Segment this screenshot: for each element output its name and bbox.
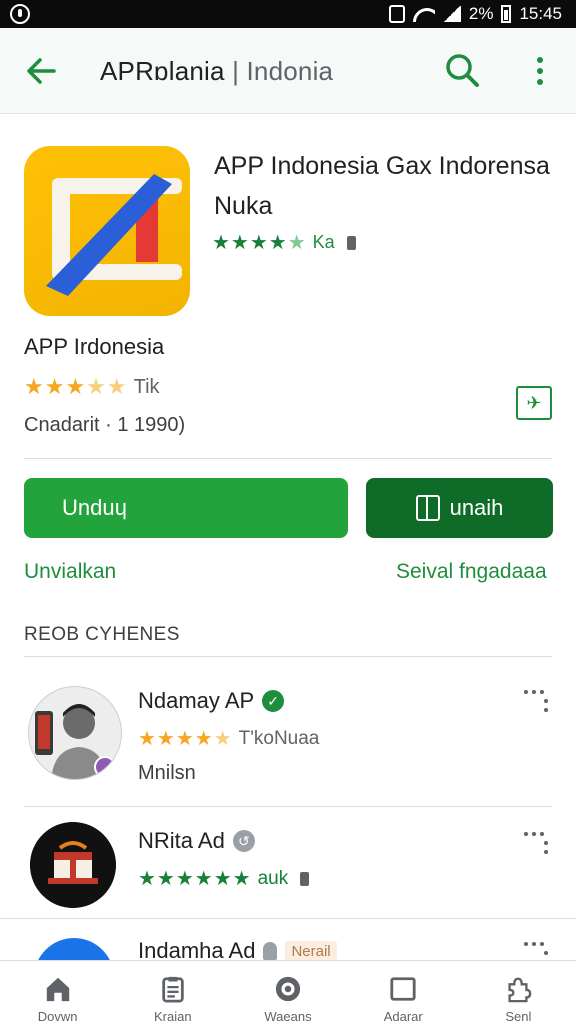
item-title-text: Ndamay AP xyxy=(138,688,255,713)
dot-icon xyxy=(537,79,543,85)
avatar xyxy=(34,938,114,960)
rating-stars-icon: ★★★★★ xyxy=(212,232,307,254)
share-button[interactable]: ✈ xyxy=(516,386,552,420)
rating-stars-icon: ★★★★★★ xyxy=(138,868,252,890)
notification-icon xyxy=(10,4,30,24)
item-rating: ★★★★★ T'koNuaa xyxy=(138,726,319,751)
search-button[interactable] xyxy=(444,52,480,88)
title-sub: Indonia xyxy=(246,56,334,86)
more-options-button[interactable] xyxy=(528,54,552,88)
list-item[interactable]: NRita Ad ↺ ★★★★★★ auk xyxy=(0,816,576,920)
item-more-button[interactable] xyxy=(524,942,552,960)
item-rating: ★★★★★★ auk xyxy=(138,866,310,891)
status-right: 2% 15:45 xyxy=(388,4,562,24)
section-title: REOB CYHENES xyxy=(24,624,180,645)
item-title: Ndamay AP ✓ xyxy=(138,688,285,714)
divider xyxy=(24,656,552,657)
nav-label: Waeans xyxy=(264,1009,312,1024)
lock-icon xyxy=(346,235,356,250)
nav-item-extensions[interactable]: Senl xyxy=(461,961,576,1024)
install-button[interactable]: Unduɥ xyxy=(24,478,348,538)
nav-label: Kraian xyxy=(154,1009,192,1024)
list-item[interactable]: Indamha Ad Nerail xyxy=(0,926,576,960)
uninstall-link[interactable]: Unvialkan xyxy=(24,560,116,584)
lock-icon xyxy=(300,871,310,886)
divider xyxy=(24,806,552,807)
item-title-text: Indamha Ad xyxy=(138,938,256,960)
avatar xyxy=(28,686,122,780)
clipboard-icon xyxy=(162,976,184,1003)
item-title: NRita Ad ↺ xyxy=(138,828,255,854)
divider xyxy=(0,918,576,919)
rating-stars-icon: ★★★★★ xyxy=(24,374,128,399)
app-icon[interactable] xyxy=(24,146,190,316)
open-button[interactable]: unaih xyxy=(366,478,553,538)
hero-rating: ★★★★★ Ka xyxy=(212,230,356,255)
status-left xyxy=(10,4,30,24)
title-separator: | xyxy=(232,56,240,86)
title-main: APRɒlania xyxy=(100,56,225,86)
plane-icon: ✈ xyxy=(526,392,542,413)
dot-icon xyxy=(537,57,543,63)
app-meta: Cnadarit · 1 1990) xyxy=(24,414,186,436)
item-title: Indamha Ad Nerail xyxy=(138,938,337,960)
app-rating-text: Tik xyxy=(133,375,160,398)
app-logo-icon xyxy=(46,174,182,296)
gift-box-icon xyxy=(30,822,116,908)
status-bar: 2% 15:45 xyxy=(0,0,576,28)
service-link[interactable]: Seival fngadaaa xyxy=(396,560,547,584)
app-bar: APRɒlania | Indonia xyxy=(0,28,576,114)
item-more-button[interactable] xyxy=(524,690,552,712)
app-name: APP Irdonesia xyxy=(24,334,165,359)
clock: 15:45 xyxy=(519,4,562,23)
item-more-button[interactable] xyxy=(524,832,552,854)
verified-icon: ↺ xyxy=(232,830,255,852)
item-subtitle: Mnilsn xyxy=(138,762,196,784)
arrow-left-icon xyxy=(27,58,56,84)
bottom-nav: Dovwn Kraian Waeans Adarar Senl xyxy=(0,960,576,1024)
item-tag: Nerail xyxy=(285,940,337,960)
search-icon xyxy=(446,54,479,87)
wifi-icon xyxy=(413,6,435,22)
puzzle-icon xyxy=(508,977,532,1003)
app-bar-title: APRɒlania | Indonia xyxy=(100,56,333,87)
app-rating: ★★★★★ Tik xyxy=(24,374,160,400)
window-icon xyxy=(390,977,416,1001)
nav-item-discover[interactable]: Waeans xyxy=(230,961,345,1024)
book-icon xyxy=(415,495,440,521)
nav-item-library[interactable]: Kraian xyxy=(115,961,230,1024)
signal-icon xyxy=(442,6,461,22)
nav-label: Senl xyxy=(505,1009,532,1024)
battery-percent: 2% xyxy=(468,4,494,23)
item-rating-text: T'koNuaa xyxy=(238,727,320,749)
avatar xyxy=(30,822,116,908)
circle-target-icon xyxy=(275,976,301,1002)
divider xyxy=(24,458,552,459)
nav-item-window[interactable]: Adarar xyxy=(346,961,461,1024)
open-label: unaih xyxy=(449,495,504,520)
nav-item-home[interactable]: Dovwn xyxy=(0,961,115,1024)
item-rating-text: auk xyxy=(257,867,289,889)
dot-icon xyxy=(537,68,543,74)
rating-stars-icon: ★★★★★ xyxy=(138,728,233,750)
verified-icon: ✓ xyxy=(262,690,285,712)
nav-label: Dovwn xyxy=(37,1009,78,1024)
hero-rating-text: Ka xyxy=(312,232,335,252)
person-avatar-icon xyxy=(29,687,121,779)
list-item[interactable]: Ndamay AP ✓ ★★★★★ T'koNuaa Mnilsn xyxy=(0,680,576,806)
item-title-text: NRita Ad xyxy=(138,828,225,853)
back-button[interactable] xyxy=(24,54,58,88)
hero-title: APP Indonesia Gax Indorensa Nuka xyxy=(214,152,550,220)
person-icon xyxy=(263,942,278,960)
battery-icon xyxy=(501,5,512,23)
nav-label: Adarar xyxy=(383,1009,423,1024)
alarm-icon xyxy=(388,5,405,23)
home-icon xyxy=(46,977,69,1002)
